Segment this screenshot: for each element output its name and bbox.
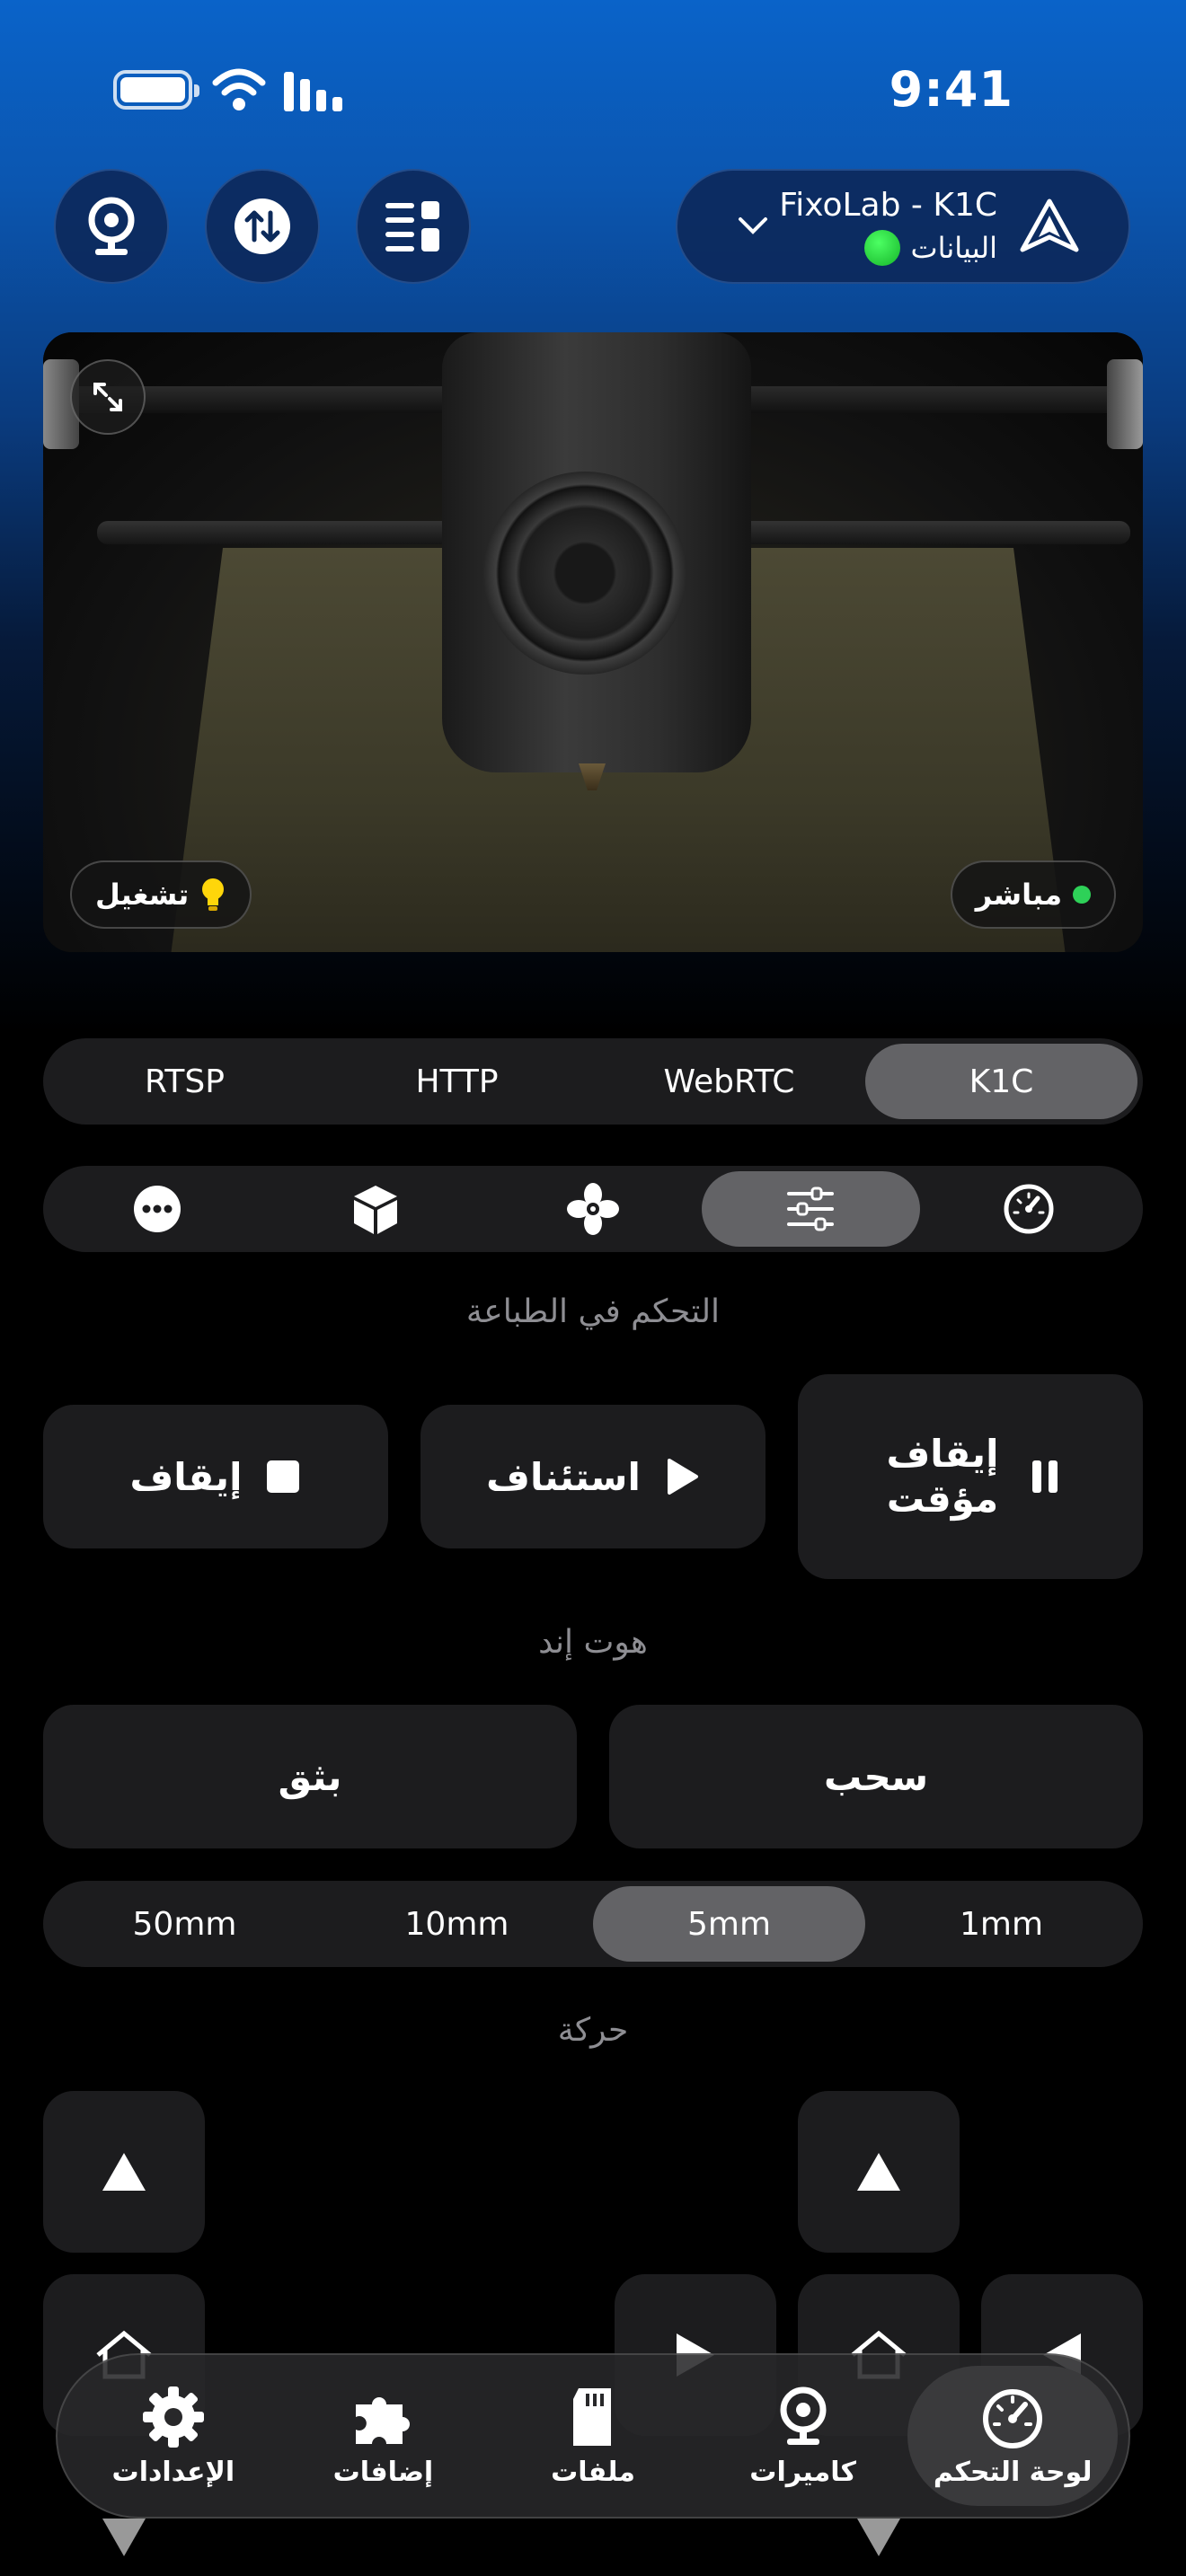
status-dot [863,230,900,266]
printer-status-label: البيانات [910,231,997,265]
step-50mm[interactable]: 50mm [49,1886,321,1962]
list-button[interactable] [356,169,471,284]
pause-label: إيقاف مؤقت [886,1431,999,1521]
pause-button[interactable]: إيقاف مؤقت [798,1374,1143,1579]
tab-dashboard-gauge[interactable] [920,1171,1137,1247]
bottom-tab-bar: لوحة التحكم كاميرات ملفات إضافات الإعداد… [56,2353,1130,2519]
box-icon [353,1186,397,1234]
sdcard-icon [573,2387,612,2446]
tab-controls[interactable] [702,1171,920,1247]
cellular-signal-icon [284,72,342,111]
stop-button[interactable]: إيقاف [43,1405,388,1548]
tab-rtsp[interactable]: RTSP [49,1044,321,1119]
printer-control-title: التحكم في الطباعة [465,1293,721,1330]
tab-plugins-label: إضافات [332,2456,434,2488]
stop-label: إيقاف [129,1454,243,1499]
tab-k1c[interactable]: K1C [865,1044,1137,1119]
printer-name: FixoLab - K1C [779,187,997,224]
extrude-label: بثق [278,1754,342,1799]
gauge-icon [1004,1184,1054,1234]
triangle-down-icon [857,2519,900,2556]
play-icon [667,1459,698,1495]
chevron-down-icon [739,217,767,234]
tab-webrtc[interactable]: WebRTC [593,1044,865,1119]
step-10mm[interactable]: 10mm [321,1886,593,1962]
printer-brand-logo-icon [1020,198,1079,252]
retract-button[interactable]: سحب [609,1705,1143,1848]
tab-dashboard-label: لوحة التحكم [933,2456,1093,2488]
printer-status: البيانات [863,230,997,266]
printer-selector[interactable]: FixoLab - K1C البيانات [676,169,1130,284]
tab-cameras-label: كاميرات [749,2456,856,2488]
movement-title: حركة [557,2012,629,2049]
triangle-up-icon [102,2153,146,2191]
fullscreen-button[interactable] [70,359,146,435]
tab-plugins[interactable]: إضافات [279,2366,489,2506]
z-up-button[interactable] [43,2091,205,2253]
status-bar: 9:41 [0,54,1186,126]
sliders-icon [787,1187,835,1231]
hotend-title: هوت إند [538,1624,648,1661]
resume-label: استئناف [486,1454,641,1499]
transfer-button[interactable] [205,169,320,284]
clock: 9:41 [889,61,1013,118]
control-category-tabs [43,1166,1143,1252]
lightbulb-icon [202,878,225,911]
tab-files-label: ملفات [551,2456,635,2488]
stop-icon [267,1460,300,1493]
extrude-step-selector: 1mm 5mm 10mm 50mm [43,1881,1143,1967]
webcam-icon [780,2386,827,2445]
webcam-icon [88,197,135,255]
puzzle-icon [356,2396,411,2444]
retract-label: سحب [823,1754,929,1799]
stream-source-tabs: K1C WebRTC HTTP RTSP [43,1038,1143,1125]
step-1mm[interactable]: 1mm [865,1886,1137,1962]
tab-fans[interactable] [484,1171,702,1247]
print-head-fan [483,472,686,675]
tab-settings[interactable]: الإعدادات [68,2366,279,2506]
tab-more[interactable] [49,1171,266,1247]
live-badge: مباشر [950,860,1116,929]
tab-http[interactable]: HTTP [321,1044,593,1119]
more-icon [134,1186,181,1232]
tab-cameras[interactable]: كاميرات [698,2366,908,2506]
extrude-button[interactable]: بثق [43,1705,577,1848]
tab-filament[interactable] [266,1171,483,1247]
transfer-icon [235,198,290,254]
camera-feed[interactable]: مباشر تشغيل [43,332,1143,952]
camera-toggle-button[interactable] [54,169,169,284]
triangle-down-icon [102,2519,146,2556]
fan-icon [566,1183,619,1235]
pause-icon [1032,1460,1058,1493]
y-forward-button[interactable] [798,2091,960,2253]
wifi-icon [212,68,266,110]
dashboard-icon [983,2388,1043,2448]
light-toggle-button[interactable]: تشغيل [70,860,252,929]
step-5mm[interactable]: 5mm [593,1886,865,1962]
live-dot [1073,886,1091,904]
list-icon [385,201,439,251]
battery-icon [113,70,199,110]
triangle-up-icon [857,2153,900,2191]
gear-icon [142,2386,204,2448]
tab-dashboard[interactable]: لوحة التحكم [907,2366,1118,2506]
expand-icon [93,383,122,411]
resume-button[interactable]: استئناف [420,1405,766,1548]
tab-files[interactable]: ملفات [488,2366,698,2506]
tab-settings-label: الإعدادات [111,2456,235,2488]
